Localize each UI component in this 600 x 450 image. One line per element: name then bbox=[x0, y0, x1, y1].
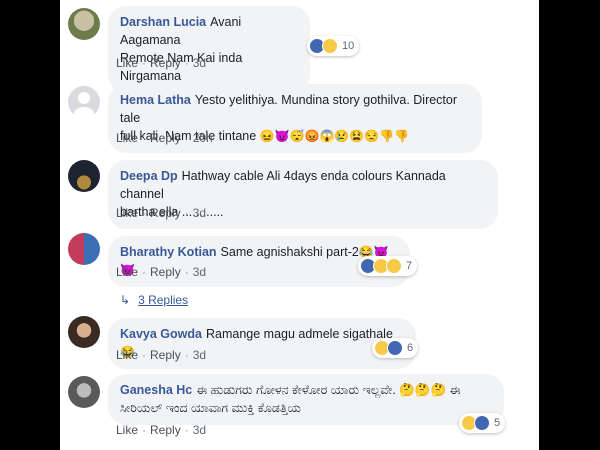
comment-author[interactable]: Darshan Lucia bbox=[120, 15, 206, 29]
comment-actions: Like · Reply · 20h bbox=[116, 131, 213, 145]
like-link[interactable]: Like bbox=[116, 131, 138, 145]
reaction-count: 5 bbox=[494, 417, 501, 429]
like-reaction-icon bbox=[474, 415, 490, 431]
avatar[interactable] bbox=[68, 160, 100, 192]
comment-bubble: Ganesha Hc ಈ ಹುಡುಗರು ಗೋಳನ ಕೇಳೋರ ಯಾರು ಇಲ್ಲ… bbox=[108, 374, 504, 425]
like-link[interactable]: Like bbox=[116, 265, 138, 279]
reaction-summary[interactable]: 6 bbox=[372, 338, 419, 358]
reply-link[interactable]: Reply bbox=[150, 206, 181, 220]
avatar[interactable] bbox=[68, 376, 100, 408]
reply-link[interactable]: Reply bbox=[150, 348, 181, 362]
reaction-count: 7 bbox=[406, 260, 413, 272]
timestamp[interactable]: 3d bbox=[193, 206, 206, 220]
comments-panel: Darshan Lucia Avani Aagamana Remote Nam K… bbox=[60, 0, 539, 450]
reaction-summary[interactable]: 5 bbox=[459, 413, 506, 433]
comment-actions: Like · Reply · 3d bbox=[116, 423, 207, 437]
timestamp[interactable]: 3d bbox=[193, 56, 206, 70]
comment-bubble: Darshan Lucia Avani Aagamana Remote Nam K… bbox=[108, 6, 310, 93]
emoji-sequence: 😖😈😴😡😱😢😫😒👎👎 bbox=[259, 129, 410, 143]
reply-link[interactable]: Reply bbox=[150, 56, 181, 70]
like-reaction-icon bbox=[387, 340, 403, 356]
avatar[interactable] bbox=[68, 233, 100, 265]
wow-reaction-icon bbox=[386, 258, 402, 274]
avatar[interactable] bbox=[68, 316, 100, 348]
reply-link[interactable]: Reply bbox=[150, 131, 181, 145]
reaction-count: 6 bbox=[407, 342, 414, 354]
timestamp[interactable]: 3d bbox=[193, 265, 206, 279]
reply-link[interactable]: Reply bbox=[150, 265, 181, 279]
comment-text-line2: ಸೀರಿಯಲ್ ಇಂದ ಯಾವಾಗ ಮುಕ್ತಿ ಕೊಡತ್ತಿಯ bbox=[120, 401, 301, 415]
comment-text: Same agnishakshi part-2 bbox=[220, 245, 359, 259]
timestamp[interactable]: 3d bbox=[193, 348, 206, 362]
comment-actions: Like · Reply · 3d bbox=[116, 206, 207, 220]
reply-arrow-icon: ↳ bbox=[120, 293, 131, 307]
comment-author[interactable]: Ganesha Hc bbox=[120, 383, 192, 397]
comment-author[interactable]: Deepa Dp bbox=[120, 169, 178, 183]
reaction-summary[interactable]: 10 bbox=[307, 36, 360, 56]
comment-text: Ramange magu admele sigathale bbox=[205, 327, 393, 341]
haha-reaction-icon bbox=[322, 38, 338, 54]
reply-link[interactable]: Reply bbox=[150, 423, 181, 437]
timestamp[interactable]: 3d bbox=[193, 423, 206, 437]
timestamp[interactable]: 20h bbox=[193, 131, 213, 145]
like-link[interactable]: Like bbox=[116, 206, 138, 220]
like-link[interactable]: Like bbox=[116, 348, 138, 362]
replies-label[interactable]: 3 Replies bbox=[138, 293, 188, 307]
comment-text: ಈ ಹುಡುಗರು ಗೋಳನ ಕೇಳೋರ ಯಾರು ಇಲ್ಲವೇ. 🤔🤔🤔 ಈ bbox=[196, 383, 461, 397]
like-link[interactable]: Like bbox=[116, 423, 138, 437]
comment-author[interactable]: Bharathy Kotian bbox=[120, 245, 217, 259]
view-replies-link[interactable]: ↳ 3 Replies bbox=[120, 293, 188, 307]
comment-actions: Like · Reply · 3d bbox=[116, 265, 207, 279]
like-link[interactable]: Like bbox=[116, 56, 138, 70]
comment-author[interactable]: Kavya Gowda bbox=[120, 327, 202, 341]
reaction-summary[interactable]: 7 bbox=[358, 256, 418, 276]
comment-actions: Like · Reply · 3d bbox=[116, 348, 207, 362]
comment-actions: Like · Reply · 3d bbox=[116, 56, 207, 70]
avatar[interactable] bbox=[68, 86, 100, 118]
avatar[interactable] bbox=[68, 8, 100, 40]
reaction-count: 10 bbox=[342, 40, 355, 52]
comment-author[interactable]: Hema Latha bbox=[120, 93, 191, 107]
